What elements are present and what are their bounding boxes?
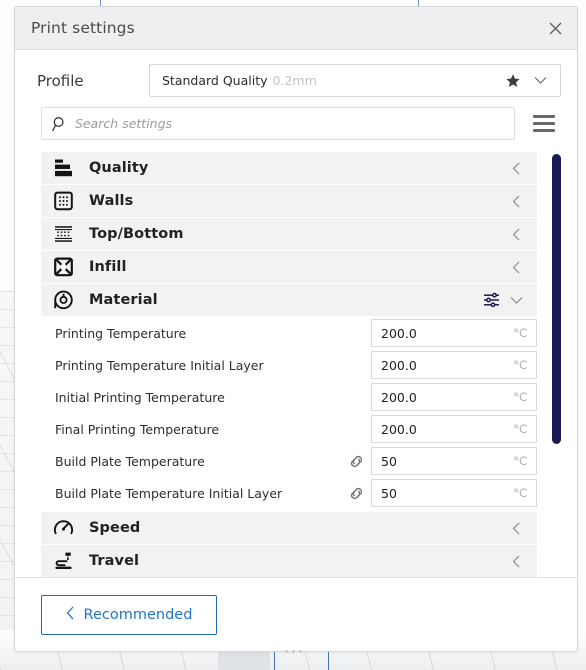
category-label: Travel [89,553,140,569]
setting-input[interactable]: 200.0 °C [371,383,537,411]
chevron-left-icon[interactable] [505,555,527,568]
settings-list: Quality Walls Top/Bottom Infill Material… [41,152,561,577]
category-row-walls[interactable]: Walls [41,185,537,217]
speed-icon [53,518,83,538]
page-title: Print settings [31,19,135,37]
setting-label: Printing Temperature [55,325,187,341]
material-icon [53,290,83,310]
setting-label: Build Plate Temperature Initial Layer [55,485,283,501]
chevron-left-icon [66,606,75,623]
hamburger-menu-icon[interactable] [527,109,561,139]
chevron-down-icon[interactable] [526,68,554,94]
topbottom-icon [53,224,83,244]
setting-value: 200.0 [381,325,417,341]
setting-input[interactable]: 50 °C [371,447,537,475]
setting-unit: °C [513,326,527,340]
setting-row: Final Printing Temperature 200.0 °C [41,413,537,445]
chevron-down-icon[interactable] [505,296,527,305]
dialog-footer: Recommended [15,577,577,651]
category-row-travel[interactable]: Travel [41,545,537,577]
profile-label: Profile [37,71,84,90]
setting-input[interactable]: 200.0 °C [371,351,537,379]
link-icon[interactable] [341,453,371,470]
chevron-left-icon[interactable] [505,228,527,241]
category-label: Material [89,292,158,308]
link-icon[interactable] [341,485,371,502]
settings-list-container: Quality Walls Top/Bottom Infill Material… [15,148,577,577]
setting-unit: °C [513,390,527,404]
category-row-infill[interactable]: Infill [41,251,537,283]
setting-label: Final Printing Temperature [55,421,220,437]
sliders-icon[interactable] [479,292,505,308]
infill-icon [53,257,83,277]
category-label: Quality [89,160,149,176]
search-input[interactable] [75,116,504,131]
category-label: Speed [89,520,141,536]
category-label: Walls [89,193,134,209]
travel-icon [53,551,83,571]
setting-unit: °C [513,422,527,436]
close-icon[interactable] [533,7,577,49]
setting-input[interactable]: 200.0 °C [371,319,537,347]
setting-row: Build Plate Temperature Initial Layer 50… [41,477,537,509]
category-row-top-bottom[interactable]: Top/Bottom [41,218,537,250]
panel-resize-handle[interactable] [0,646,586,656]
setting-row: Printing Temperature 200.0 °C [41,317,537,349]
search-box[interactable] [41,107,515,140]
setting-input[interactable]: 200.0 °C [371,415,537,443]
setting-value: 50 [381,453,397,469]
setting-label: Printing Temperature Initial Layer [55,357,264,373]
setting-input[interactable]: 50 °C [371,479,537,507]
setting-value: 200.0 [381,389,417,405]
setting-label: Initial Printing Temperature [55,389,225,405]
dialog-titlebar: Print settings [15,7,577,50]
recommended-button[interactable]: Recommended [41,594,217,635]
print-settings-dialog: Print settings Profile Standard Quality … [14,6,578,652]
setting-unit: °C [513,486,527,500]
profile-select[interactable]: Standard Quality 0.2mm [149,64,561,97]
quality-icon [53,158,83,178]
setting-value: 200.0 [381,421,417,437]
setting-unit: °C [513,358,527,372]
walls-icon [53,191,83,211]
setting-label: Build Plate Temperature [55,453,205,469]
chevron-left-icon[interactable] [505,195,527,208]
star-icon[interactable] [500,68,526,94]
search-icon [52,116,68,132]
category-row-quality[interactable]: Quality [41,152,537,184]
category-row-material[interactable]: Material [41,284,537,316]
category-label: Top/Bottom [89,226,184,242]
profile-name: Standard Quality [162,73,268,88]
setting-value: 50 [381,485,397,501]
chevron-left-icon[interactable] [505,162,527,175]
profile-layer-height: 0.2mm [272,73,317,88]
profile-row: Profile Standard Quality 0.2mm [15,50,577,103]
setting-row: Initial Printing Temperature 200.0 °C [41,381,537,413]
category-label: Infill [89,259,127,275]
recommended-button-label: Recommended [83,606,193,623]
category-row-speed[interactable]: Speed [41,512,537,544]
chevron-left-icon[interactable] [505,522,527,535]
setting-row: Printing Temperature Initial Layer 200.0… [41,349,537,381]
search-row [15,103,577,148]
setting-value: 200.0 [381,357,417,373]
setting-unit: °C [513,454,527,468]
chevron-left-icon[interactable] [505,261,527,274]
setting-row: Build Plate Temperature 50 °C [41,445,537,477]
settings-scrollbar[interactable] [552,154,561,444]
